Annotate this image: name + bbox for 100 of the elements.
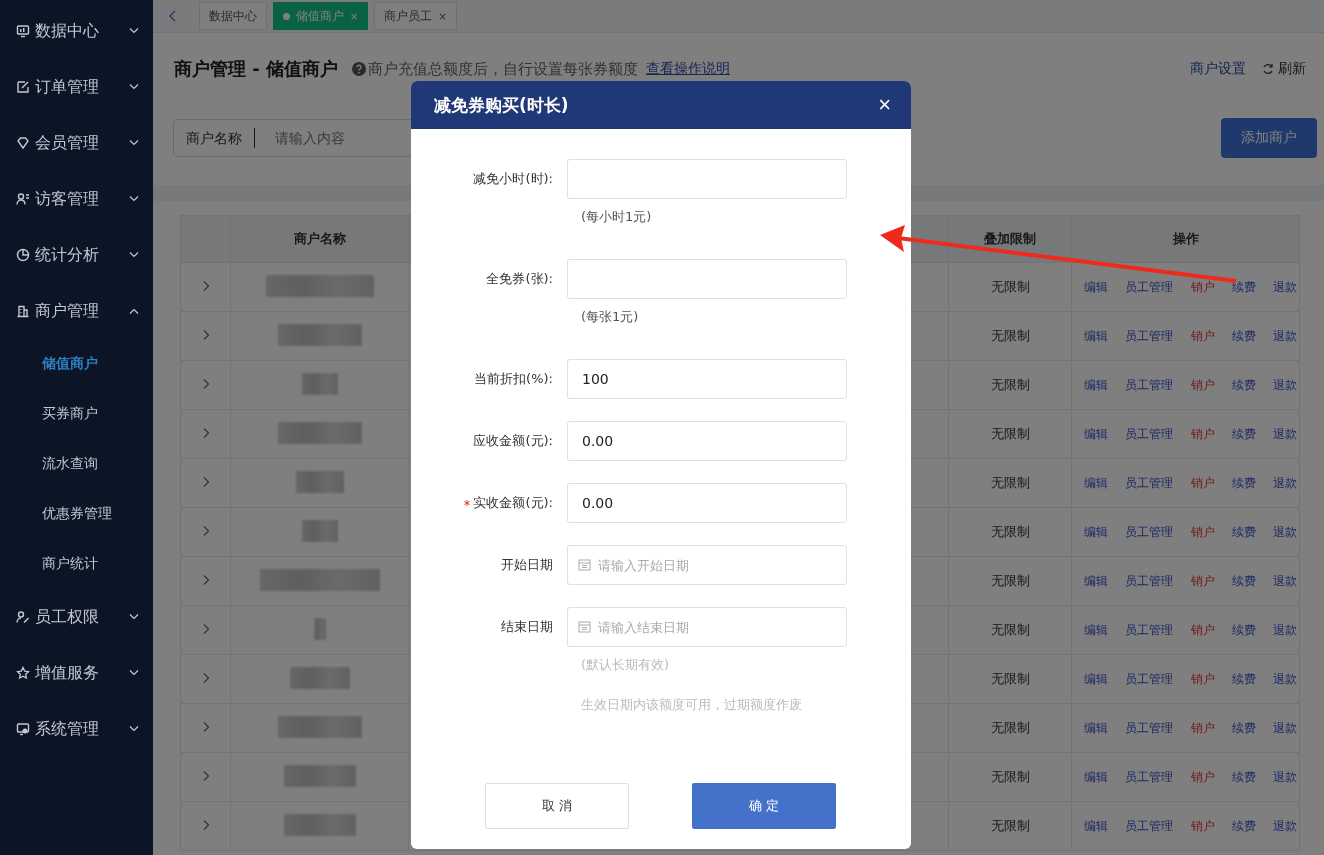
action-link[interactable]: 员工管理 bbox=[1125, 327, 1174, 345]
sidebar-item[interactable]: 数据中心 bbox=[0, 3, 153, 59]
action-link[interactable]: 退款 bbox=[1273, 327, 1297, 345]
tab[interactable]: 数据中心 bbox=[199, 2, 267, 30]
action-link[interactable]: 续费 bbox=[1231, 621, 1256, 639]
action-link[interactable]: 编辑 bbox=[1084, 376, 1108, 394]
action-link[interactable]: 编辑 bbox=[1084, 523, 1108, 541]
sidebar-item[interactable]: 系统管理 bbox=[0, 701, 153, 757]
sidebar-subitem[interactable]: 储值商户 bbox=[0, 339, 153, 389]
action-link[interactable]: 续费 bbox=[1231, 278, 1256, 296]
action-link[interactable]: 销户 bbox=[1190, 572, 1215, 590]
action-link[interactable]: 员工管理 bbox=[1125, 474, 1174, 492]
action-link[interactable]: 编辑 bbox=[1084, 670, 1108, 688]
action-link[interactable]: 员工管理 bbox=[1125, 278, 1174, 296]
sidebar-item[interactable]: 访客管理 bbox=[0, 171, 153, 227]
sidebar-subitem[interactable]: 优惠券管理 bbox=[0, 489, 153, 539]
action-link[interactable]: 退款 bbox=[1273, 768, 1297, 786]
sidebar-item[interactable]: 订单管理 bbox=[0, 59, 153, 115]
action-link[interactable]: 退款 bbox=[1273, 719, 1297, 737]
action-link[interactable]: 编辑 bbox=[1084, 278, 1108, 296]
sidebar-item[interactable]: 员工权限 bbox=[0, 589, 153, 645]
expand-icon[interactable] bbox=[201, 769, 210, 782]
sidebar-subitem[interactable]: 买券商户 bbox=[0, 389, 153, 439]
cancel-button[interactable]: 取 消 bbox=[485, 783, 629, 829]
action-link[interactable]: 编辑 bbox=[1084, 572, 1108, 590]
date-field[interactable]: 请输入开始日期 bbox=[567, 545, 847, 585]
action-link[interactable]: 退款 bbox=[1273, 572, 1297, 590]
input-field[interactable] bbox=[567, 159, 847, 199]
refresh-button[interactable]: 刷新 bbox=[1262, 60, 1306, 78]
action-link[interactable]: 续费 bbox=[1231, 327, 1256, 345]
action-link[interactable]: 续费 bbox=[1231, 376, 1256, 394]
action-link[interactable]: 销户 bbox=[1190, 768, 1215, 786]
close-button[interactable]: × bbox=[878, 94, 891, 116]
close-icon[interactable]: × bbox=[438, 10, 447, 22]
date-field[interactable]: 请输入结束日期 bbox=[567, 607, 847, 647]
action-link[interactable]: 销户 bbox=[1190, 327, 1215, 345]
settings-link[interactable]: 商户设置 bbox=[1190, 60, 1246, 78]
tab[interactable]: 储值商户 × bbox=[273, 2, 369, 30]
expand-icon[interactable] bbox=[201, 279, 210, 292]
expand-icon[interactable] bbox=[201, 475, 210, 488]
tab[interactable]: 商户员工 × bbox=[374, 2, 457, 30]
action-link[interactable]: 续费 bbox=[1231, 719, 1256, 737]
action-link[interactable]: 销户 bbox=[1190, 425, 1215, 443]
close-icon[interactable]: × bbox=[350, 10, 359, 22]
action-link[interactable]: 续费 bbox=[1231, 670, 1256, 688]
action-link[interactable]: 员工管理 bbox=[1125, 425, 1174, 443]
action-link[interactable]: 员工管理 bbox=[1125, 670, 1174, 688]
instructions-link[interactable]: 查看操作说明 bbox=[646, 60, 730, 78]
action-link[interactable]: 销户 bbox=[1190, 621, 1215, 639]
action-link[interactable]: 编辑 bbox=[1084, 474, 1108, 492]
sidebar-item[interactable]: 增值服务 bbox=[0, 645, 153, 701]
expand-icon[interactable] bbox=[201, 377, 210, 390]
action-link[interactable]: 退款 bbox=[1273, 376, 1297, 394]
action-link[interactable]: 续费 bbox=[1231, 425, 1256, 443]
action-link[interactable]: 编辑 bbox=[1084, 768, 1108, 786]
action-link[interactable]: 退款 bbox=[1273, 474, 1297, 492]
expand-icon[interactable] bbox=[201, 720, 210, 733]
action-link[interactable]: 退款 bbox=[1273, 425, 1297, 443]
action-link[interactable]: 销户 bbox=[1190, 670, 1215, 688]
action-link[interactable]: 续费 bbox=[1231, 572, 1256, 590]
input-field[interactable]: 0.00 bbox=[567, 421, 847, 461]
expand-icon[interactable] bbox=[201, 818, 210, 831]
action-link[interactable]: 员工管理 bbox=[1125, 817, 1174, 835]
sidebar-item[interactable]: 会员管理 bbox=[0, 115, 153, 171]
action-link[interactable]: 销户 bbox=[1190, 474, 1215, 492]
sidebar-item[interactable]: 统计分析 bbox=[0, 227, 153, 283]
action-link[interactable]: 编辑 bbox=[1084, 327, 1108, 345]
sidebar-subitem[interactable]: 商户统计 bbox=[0, 539, 153, 589]
expand-icon[interactable] bbox=[201, 328, 210, 341]
action-link[interactable]: 员工管理 bbox=[1125, 719, 1174, 737]
action-link[interactable]: 员工管理 bbox=[1125, 621, 1174, 639]
expand-icon[interactable] bbox=[201, 426, 210, 439]
action-link[interactable]: 续费 bbox=[1231, 523, 1256, 541]
input-field[interactable]: 0.00 bbox=[567, 483, 847, 523]
action-link[interactable]: 员工管理 bbox=[1125, 376, 1174, 394]
action-link[interactable]: 续费 bbox=[1231, 768, 1256, 786]
action-link[interactable]: 退款 bbox=[1273, 278, 1297, 296]
expand-icon[interactable] bbox=[201, 622, 210, 635]
confirm-button[interactable]: 确 定 bbox=[692, 783, 836, 829]
action-link[interactable]: 续费 bbox=[1231, 474, 1256, 492]
action-link[interactable]: 退款 bbox=[1273, 621, 1297, 639]
action-link[interactable]: 编辑 bbox=[1084, 425, 1108, 443]
action-link[interactable]: 员工管理 bbox=[1125, 572, 1174, 590]
action-link[interactable]: 员工管理 bbox=[1125, 768, 1174, 786]
action-link[interactable]: 编辑 bbox=[1084, 621, 1108, 639]
action-link[interactable]: 销户 bbox=[1190, 817, 1215, 835]
add-merchant-button[interactable]: 添加商户 bbox=[1221, 118, 1317, 158]
action-link[interactable]: 退款 bbox=[1273, 817, 1297, 835]
action-link[interactable]: 销户 bbox=[1190, 719, 1215, 737]
sidebar-item[interactable]: 商户管理 bbox=[0, 283, 153, 339]
action-link[interactable]: 续费 bbox=[1231, 817, 1256, 835]
sidebar-subitem[interactable]: 流水查询 bbox=[0, 439, 153, 489]
action-link[interactable]: 退款 bbox=[1273, 670, 1297, 688]
expand-icon[interactable] bbox=[201, 573, 210, 586]
action-link[interactable]: 销户 bbox=[1190, 278, 1215, 296]
action-link[interactable]: 编辑 bbox=[1084, 719, 1108, 737]
expand-icon[interactable] bbox=[201, 671, 210, 684]
expand-icon[interactable] bbox=[201, 524, 210, 537]
action-link[interactable]: 编辑 bbox=[1084, 817, 1108, 835]
action-link[interactable]: 退款 bbox=[1273, 523, 1297, 541]
